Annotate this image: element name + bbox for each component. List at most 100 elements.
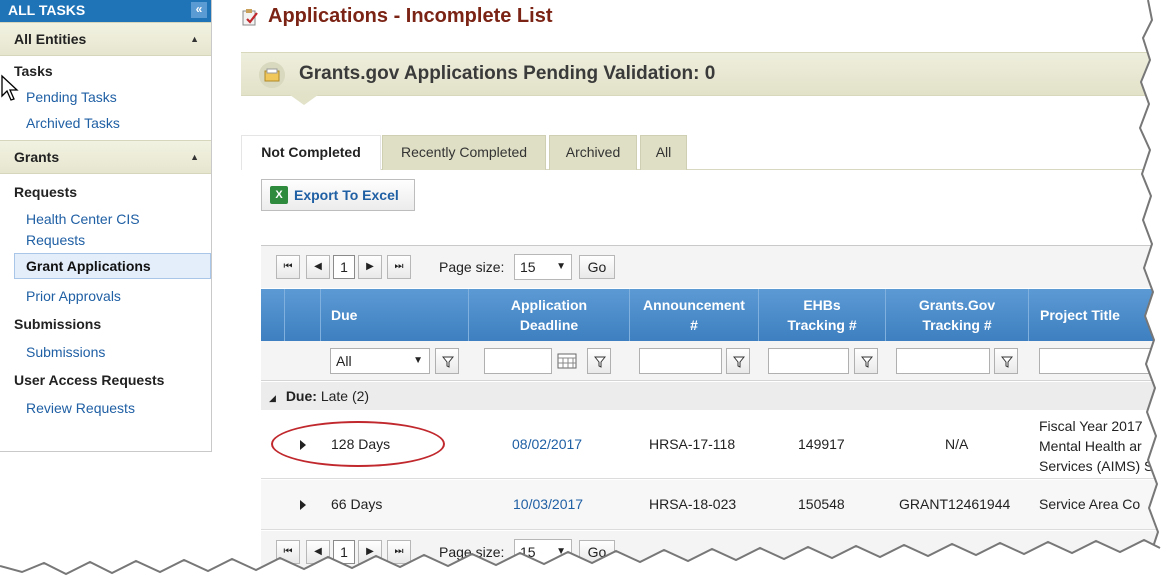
calendar-icon[interactable] <box>557 353 577 369</box>
filter-icon[interactable] <box>994 348 1018 374</box>
tab-archived[interactable]: Archived <box>549 135 637 170</box>
last-page-icon[interactable]: ⏭ <box>387 540 411 564</box>
export-label: Export To Excel <box>294 187 399 203</box>
filter-icon[interactable] <box>726 348 750 374</box>
cell-deadline: 08/02/2017 <box>512 436 583 452</box>
cell-grantsgov: GRANT12461944 <box>899 496 1011 512</box>
excel-icon: X <box>270 186 288 204</box>
pager-bottom: ⏮ ◀ 1 ▶ ⏭ Page size: 15 ▼ Go <box>261 531 1176 573</box>
col-label: Tracking # <box>922 317 992 333</box>
cell-ehbs: 149917 <box>798 436 845 452</box>
col-label: Deadline <box>519 317 579 333</box>
sidebar-item-prior-approvals[interactable]: Prior Approvals <box>0 288 211 304</box>
go-button[interactable]: Go <box>579 540 615 564</box>
caret-up-icon: ▲ <box>190 34 199 44</box>
collapse-sidebar-icon[interactable]: « <box>191 2 207 18</box>
col-label: # <box>690 317 698 333</box>
applications-grid: ⏮ ◀ 1 ▶ ⏭ Page size: 15 ▼ Go Due Applica… <box>261 245 1176 585</box>
prev-page-icon[interactable]: ◀ <box>306 540 330 564</box>
chevron-down-icon: ▼ <box>556 261 566 272</box>
banner-text: Grants.gov Applications Pending Validati… <box>299 63 716 84</box>
col-project-title[interactable]: Project Title <box>1029 289 1176 341</box>
filter-icon[interactable] <box>854 348 878 374</box>
next-page-icon[interactable]: ▶ <box>358 540 382 564</box>
tab-not-completed[interactable]: Not Completed <box>241 135 381 170</box>
due-filter-select[interactable]: All ▼ <box>330 348 430 374</box>
filter-icon[interactable] <box>587 348 611 374</box>
cell-project-title: Fiscal Year 2017 Mental Health ar Servic… <box>1039 416 1153 476</box>
cell-announcement: HRSA-17-118 <box>649 436 736 452</box>
section-label: All Entities <box>14 31 87 47</box>
col-ehbs-tracking[interactable]: EHBs Tracking # <box>759 289 886 341</box>
sidebar-item-health-center-cis-requests[interactable]: Health Center CIS Requests <box>0 211 211 253</box>
title-line: Mental Health ar <box>1039 438 1142 454</box>
sidebar-item-archived-tasks[interactable]: Archived Tasks <box>0 115 211 131</box>
group-row-late[interactable]: ◢ Due: Late (2) <box>261 382 1176 410</box>
group-requests: Requests <box>14 184 78 200</box>
page-number[interactable]: 1 <box>333 540 355 564</box>
prev-page-icon[interactable]: ◀ <box>306 255 330 279</box>
sidebar-item-review-requests[interactable]: Review Requests <box>0 400 211 416</box>
col-announcement[interactable]: Announcement # <box>630 289 759 341</box>
cell-ehbs: 150548 <box>798 496 845 512</box>
col-application-deadline[interactable]: Application Deadline <box>469 289 630 341</box>
col-label: Due <box>331 307 358 323</box>
first-page-icon[interactable]: ⏮ <box>276 255 300 279</box>
table-row[interactable]: 66 Days 10/03/2017 HRSA-18-023 150548 GR… <box>261 480 1176 530</box>
group-value: Late (2) <box>320 388 370 404</box>
collapse-group-icon[interactable]: ◢ <box>269 393 276 403</box>
chevron-down-icon: ▼ <box>413 355 423 366</box>
col-label: Announcement <box>643 297 745 313</box>
link-line: Requests <box>26 232 86 248</box>
ehbs-filter-input[interactable] <box>768 348 849 374</box>
sidebar: ALL TASKS « All Entities ▲ Tasks Pending… <box>0 0 212 452</box>
sidebar-title: ALL TASKS <box>8 2 86 18</box>
grantsgov-filter-input[interactable] <box>896 348 990 374</box>
section-label: Grants <box>14 149 60 165</box>
cell-grantsgov: N/A <box>945 436 969 452</box>
deadline-filter-input[interactable] <box>484 348 552 374</box>
chevron-down-icon: ▼ <box>556 546 566 557</box>
sidebar-item-grant-applications[interactable]: Grant Applications <box>14 253 211 279</box>
announcement-filter-input[interactable] <box>639 348 722 374</box>
col-grantsgov-tracking[interactable]: Grants.Gov Tracking # <box>886 289 1029 341</box>
sidebar-item-submissions[interactable]: Submissions <box>0 344 211 360</box>
tab-all[interactable]: All <box>640 135 687 170</box>
sidebar-item-pending-tasks[interactable]: Pending Tasks <box>0 89 211 105</box>
page-title: Applications - Incomplete List <box>268 5 553 27</box>
go-button[interactable]: Go <box>579 255 615 279</box>
section-all-entities[interactable]: All Entities ▲ <box>0 22 211 56</box>
sidebar-header: ALL TASKS « <box>0 0 211 22</box>
col-label: Project Title <box>1040 307 1120 323</box>
tab-recently-completed[interactable]: Recently Completed <box>382 135 546 170</box>
col-due[interactable]: Due <box>321 289 469 341</box>
pending-validation-banner: Grants.gov Applications Pending Validati… <box>241 52 1176 96</box>
link-line: Health Center CIS <box>26 211 140 227</box>
page-size-select[interactable]: 15 ▼ <box>514 539 572 565</box>
project-title-filter-input[interactable] <box>1039 348 1176 374</box>
filter-icon[interactable] <box>435 348 459 374</box>
folder-icon <box>259 62 285 88</box>
expand-row-icon[interactable] <box>300 500 306 510</box>
last-page-icon[interactable]: ⏭ <box>387 255 411 279</box>
first-page-icon[interactable]: ⏮ <box>276 540 300 564</box>
col-label: Grants.Gov <box>918 297 996 313</box>
cell-announcement: HRSA-18-023 <box>649 496 737 512</box>
due-filter-value: All <box>336 353 352 369</box>
caret-up-icon: ▲ <box>190 152 199 162</box>
next-page-icon[interactable]: ▶ <box>358 255 382 279</box>
group-label: Due: <box>285 388 317 404</box>
page-number[interactable]: 1 <box>333 255 355 279</box>
tab-strip: Not Completed Recently Completed Archive… <box>241 135 1176 170</box>
page-size-select[interactable]: 15 ▼ <box>514 254 572 280</box>
checklist-icon <box>242 9 258 26</box>
col-expand <box>285 289 321 341</box>
col-label: EHBs <box>803 297 841 313</box>
group-tasks: Tasks <box>14 63 53 79</box>
page-size-value: 15 <box>520 544 536 560</box>
export-to-excel-button[interactable]: X Export To Excel <box>261 179 415 211</box>
column-header-row: Due Application Deadline Announcement # … <box>261 289 1176 341</box>
banner-pointer <box>290 95 318 105</box>
filter-row: All ▼ <box>261 341 1176 381</box>
section-grants[interactable]: Grants ▲ <box>0 140 211 174</box>
